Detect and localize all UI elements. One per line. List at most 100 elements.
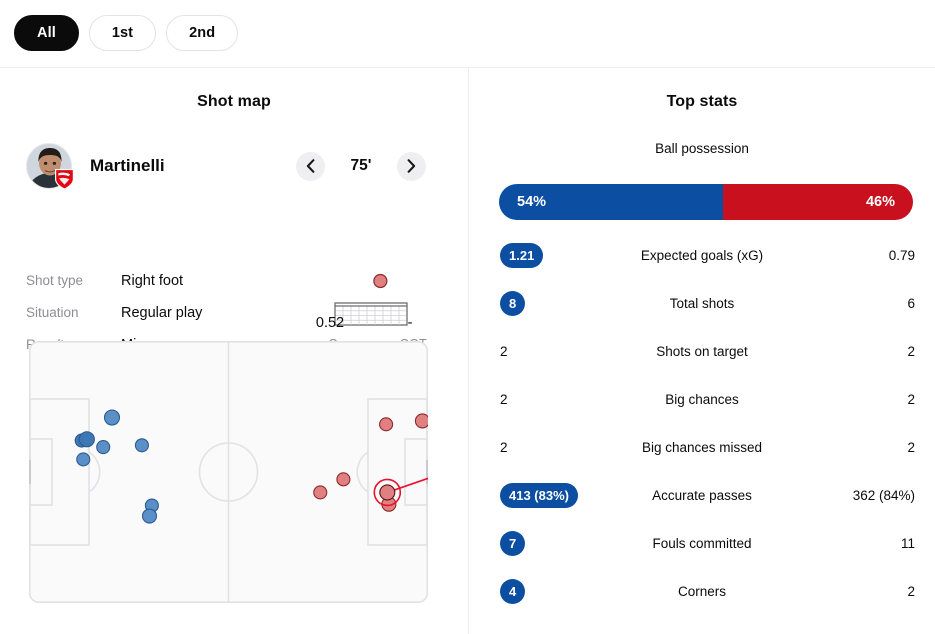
shot-detail-label: Situation — [26, 305, 79, 320]
stat-away-cell: 2 — [815, 440, 935, 455]
stat-label: Corners — [677, 583, 726, 599]
stat-label: Big chances missed — [641, 439, 763, 455]
stat-away-cell: 2 — [815, 584, 935, 599]
stat-label: Shots on target — [656, 343, 748, 359]
shot-marker-home[interactable] — [78, 431, 95, 448]
shot-detail-label: Shot type — [26, 273, 84, 288]
previous-shot-button[interactable] — [296, 151, 325, 181]
stat-label: Big chances — [665, 391, 739, 407]
stat-home-cell: 2 — [469, 440, 589, 455]
stat-row: 413 (83%) Accurate passes 362 (84%) — [469, 471, 935, 519]
stat-label: Expected goals (xG) — [640, 247, 764, 263]
shot-marker-away[interactable] — [313, 485, 328, 500]
stat-away-value: 2 — [907, 343, 915, 359]
period-chip-all[interactable]: All — [14, 15, 79, 51]
shot-marker-away-selected[interactable] — [379, 484, 396, 501]
stat-away-value: 6 — [907, 295, 915, 311]
next-shot-button[interactable] — [397, 151, 426, 181]
stat-home-pill: 413 (83%) — [500, 482, 578, 508]
shot-marker-home[interactable] — [96, 440, 111, 455]
stat-label: Total shots — [669, 295, 735, 311]
xgot-value: - — [407, 315, 413, 331]
stat-away-value: 2 — [907, 439, 915, 455]
period-chip-1st[interactable]: 1st — [88, 15, 157, 51]
stat-away-cell: 2 — [815, 344, 935, 359]
arsenal-crest-icon — [55, 169, 74, 190]
stat-home-value: 2 — [500, 439, 508, 455]
possession-label: Ball possession — [655, 141, 749, 156]
pitch-shot-map[interactable] — [27, 341, 493, 603]
stat-home-cell: 8 — [469, 290, 589, 316]
shot-marker-away[interactable] — [379, 417, 394, 432]
top-stats-panel: Top stats Ball possession 54% 46% 1.21 Ex… — [469, 68, 935, 634]
stats-list: 1.21 Expected goals (xG) 0.79 8 Total shots 6… — [469, 231, 935, 615]
stat-home-pill: 1.21 — [500, 242, 544, 268]
stat-row: 2 Big chances 2 — [469, 375, 935, 423]
stat-away-cell: 2 — [815, 392, 935, 407]
avatar[interactable] — [26, 143, 75, 190]
shot-minute: 75' — [350, 157, 372, 174]
stat-label: Accurate passes — [652, 487, 752, 503]
match-stats-screen: All 1st 2nd Shot map Martinelli 75' Shot… — [0, 0, 935, 634]
stat-home-cell: 4 — [469, 578, 589, 604]
stat-row: 2 Big chances missed 2 — [469, 423, 935, 471]
shot-navigation: 75' — [296, 138, 426, 194]
stat-home-cell: 2 — [469, 344, 589, 359]
stat-away-cell: 6 — [815, 296, 935, 311]
stat-home-pill: 8 — [500, 290, 526, 316]
stat-home-value: 2 — [500, 343, 508, 359]
shot-marker-home[interactable] — [76, 452, 91, 467]
stat-home-cell: 2 — [469, 392, 589, 407]
stat-away-value: 11 — [900, 535, 915, 551]
stat-home-pill: 7 — [500, 530, 526, 556]
shot-marker-home[interactable] — [134, 438, 149, 453]
possession-bar: 54% 46% — [499, 184, 913, 220]
period-chip-label: All — [37, 25, 56, 41]
period-filter-group: All 1st 2nd — [14, 15, 239, 51]
possession-away: 46% — [722, 184, 913, 220]
chevron-right-icon — [407, 159, 416, 173]
stat-away-value: 2 — [907, 391, 915, 407]
period-chip-2nd[interactable]: 2nd — [166, 15, 239, 51]
stat-row: 8 Total shots 6 — [469, 279, 935, 327]
stat-row: 4 Corners 2 — [469, 567, 935, 615]
shot-detail-value: Right foot — [121, 273, 184, 289]
shot-player-header: Martinelli 75' — [0, 138, 468, 194]
possession-home: 54% — [499, 184, 723, 220]
shot-map-panel: Shot map Martinelli 75' Shot type Right … — [0, 68, 493, 634]
stat-away-cell: 11 — [815, 536, 935, 551]
period-chip-label: 1st — [111, 25, 134, 41]
stat-away-value: 0.79 — [888, 247, 915, 263]
stat-home-cell: 1.21 — [469, 242, 589, 268]
stat-row: 7 Fouls committed 11 — [469, 519, 935, 567]
period-chip-label: 2nd — [189, 25, 216, 41]
goal-left — [27, 460, 31, 484]
stat-away-value: 2 — [907, 583, 915, 599]
shot-marker-home[interactable] — [103, 409, 121, 426]
top-stats-title: Top stats — [666, 93, 738, 110]
club-badge-arsenal — [54, 167, 75, 190]
shot-map-title: Shot map — [197, 93, 271, 110]
shot-detail-value: Regular play — [121, 305, 203, 321]
pitch-svg — [27, 341, 493, 603]
shot-marker-home[interactable] — [141, 508, 158, 524]
shot-detail-row: Situation Regular play — [26, 305, 276, 337]
player-name: Martinelli — [90, 156, 165, 175]
goal-right — [426, 460, 430, 484]
xg-value: 0.52 — [315, 315, 345, 331]
stat-row: 2 Shots on target 2 — [469, 327, 935, 375]
stat-home-pill: 4 — [500, 578, 526, 604]
stat-home-value: 2 — [500, 391, 508, 407]
shot-detail-row: Shot type Right foot — [26, 273, 276, 305]
stat-away-cell: 362 (84%) — [815, 488, 935, 503]
stat-row: 1.21 Expected goals (xG) 0.79 — [469, 231, 935, 279]
chevron-left-icon — [306, 159, 315, 173]
shot-marker-away[interactable] — [336, 472, 351, 487]
stat-away-value: 362 (84%) — [852, 487, 915, 503]
stat-label: Fouls committed — [652, 535, 752, 551]
shot-marker-away[interactable] — [414, 413, 430, 429]
stat-away-cell: 0.79 — [815, 248, 935, 263]
shot-ball-marker — [373, 273, 388, 289]
stat-home-cell: 413 (83%) — [469, 482, 589, 508]
stat-home-cell: 7 — [469, 530, 589, 556]
